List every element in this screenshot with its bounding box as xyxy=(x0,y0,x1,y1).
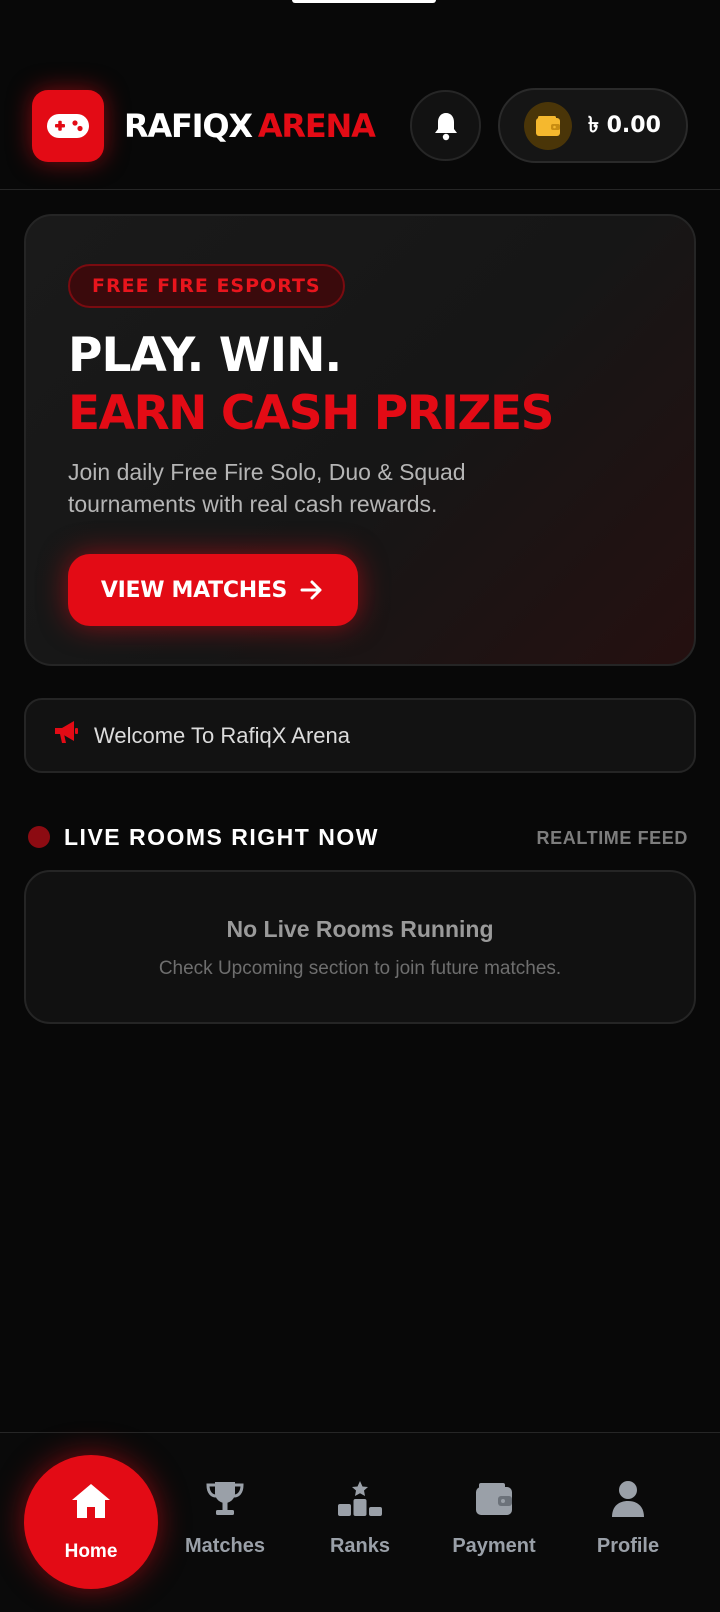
announcement-text: Welcome To RafiqX Arena xyxy=(94,723,350,748)
bottom-navigation: Home Matches Ranks Payment Profile xyxy=(0,1432,720,1612)
brand-name-accent: ARENA xyxy=(257,107,376,145)
hero-headline-primary: PLAY. WIN. xyxy=(68,328,342,383)
user-icon xyxy=(612,1481,644,1517)
brand-title: RAFIQX ARENA xyxy=(124,106,376,146)
gamepad-icon xyxy=(47,114,89,138)
nav-label-ranks: Ranks xyxy=(329,1535,391,1557)
nav-item-home[interactable]: Home xyxy=(24,1455,158,1589)
wallet-balance: ৳ 0.00 xyxy=(588,113,661,138)
nav-label-matches: Matches xyxy=(184,1535,266,1557)
empty-state-title: No Live Rooms Running xyxy=(226,916,494,942)
nav-item-profile[interactable]: Profile xyxy=(568,1477,688,1558)
brand-name-primary: RAFIQX xyxy=(124,107,253,145)
nav-label-home: Home xyxy=(64,1541,118,1562)
home-icon xyxy=(72,1484,110,1518)
wallet-icon xyxy=(524,102,572,150)
hero-headline-accent: EARN CASH PRIZES xyxy=(68,386,554,441)
nav-item-payment[interactable]: Payment xyxy=(434,1477,554,1558)
empty-state-subtitle: Check Upcoming section to join future ma… xyxy=(158,958,562,979)
wallet-icon xyxy=(476,1483,512,1515)
arrow-right-icon xyxy=(300,580,322,600)
nav-label-profile: Profile xyxy=(596,1535,660,1557)
app-header: RAFIQX ARENA ৳ 0.00 xyxy=(0,0,720,190)
realtime-feed-label: REALTIME FEED xyxy=(536,828,688,848)
live-rooms-title: LIVE ROOMS RIGHT NOW xyxy=(64,824,379,850)
bell-icon xyxy=(434,112,457,140)
live-indicator-dot xyxy=(28,826,50,848)
trophy-icon xyxy=(206,1482,244,1515)
megaphone-icon xyxy=(55,721,78,743)
nav-label-payment: Payment xyxy=(452,1535,536,1557)
app-logo[interactable] xyxy=(32,90,104,162)
podium-icon xyxy=(338,1481,382,1516)
announcement-bar: Welcome To RafiqX Arena xyxy=(24,698,696,773)
notifications-button[interactable] xyxy=(410,90,481,161)
hero-description: Join daily Free Fire Solo, Duo & Squad t… xyxy=(68,459,466,517)
nav-item-ranks[interactable]: Ranks xyxy=(300,1477,420,1558)
hero-banner: FREE FIRE ESPORTS PLAY. WIN. EARN CASH P… xyxy=(24,214,696,666)
view-matches-label: VIEW MATCHES xyxy=(100,577,288,603)
view-matches-button[interactable]: VIEW MATCHES xyxy=(68,554,358,626)
hero-badge: FREE FIRE ESPORTS xyxy=(68,264,345,308)
wallet-balance-button[interactable]: ৳ 0.00 xyxy=(498,88,688,163)
nav-item-matches[interactable]: Matches xyxy=(165,1477,285,1558)
live-rooms-empty-state: No Live Rooms Running Check Upcoming sec… xyxy=(24,870,696,1024)
